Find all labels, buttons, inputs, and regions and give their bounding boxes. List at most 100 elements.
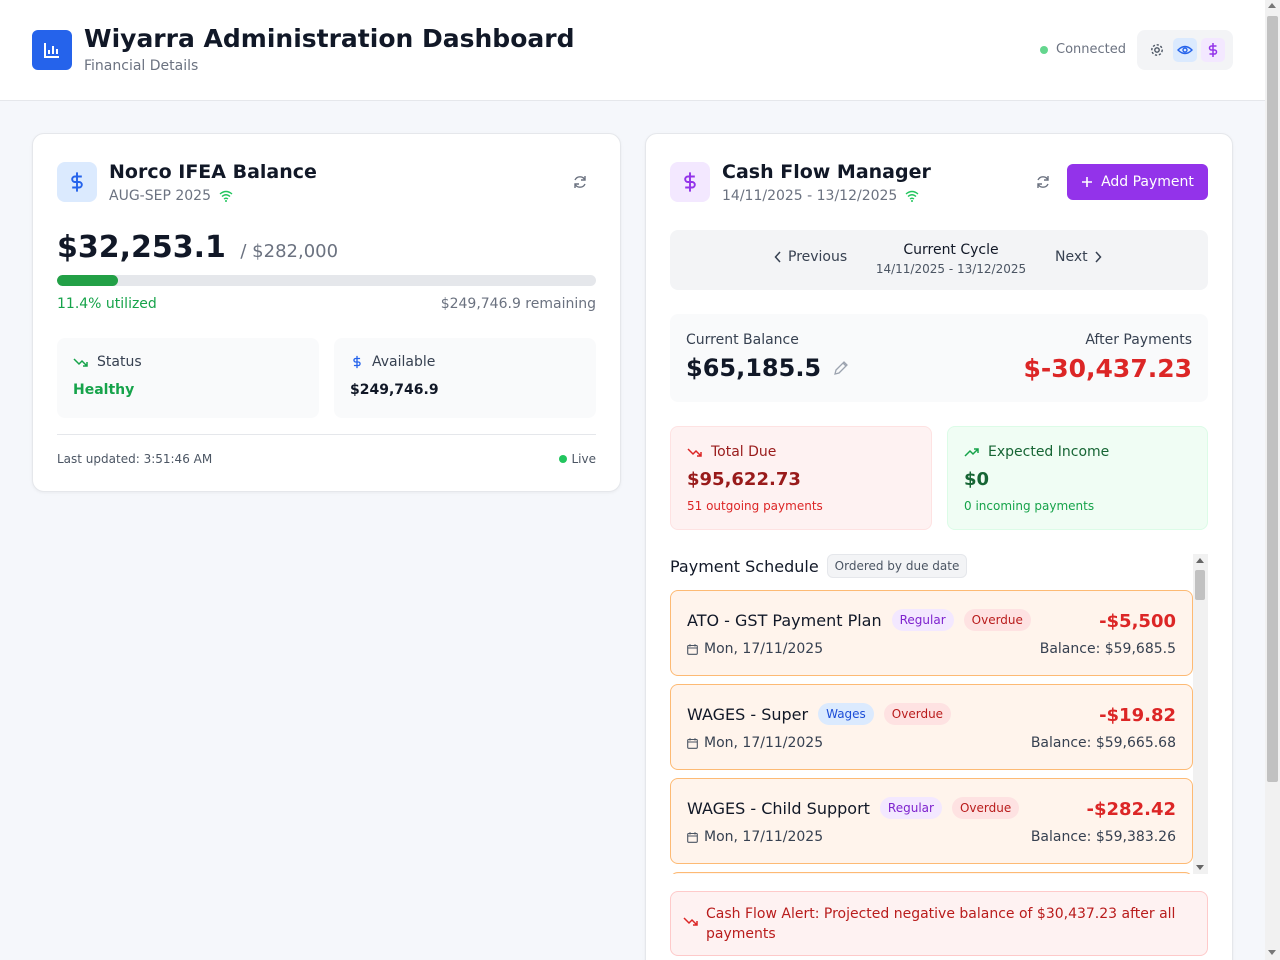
pencil-icon[interactable]	[833, 360, 849, 376]
current-balance-label: Current Balance	[686, 332, 799, 348]
calendar-icon	[687, 831, 698, 843]
balance-card: Norco IFEA Balance AUG-SEP 2025 $32,253.…	[32, 133, 621, 492]
wifi-icon	[219, 190, 233, 202]
utilization-bar	[57, 275, 596, 286]
page-subtitle: Financial Details	[84, 58, 199, 74]
refresh-button[interactable]	[1032, 171, 1054, 193]
refresh-button[interactable]	[569, 171, 591, 193]
scroll-up-icon[interactable]	[1268, 3, 1276, 8]
available-label: Available	[372, 354, 436, 370]
payment-name: ATO - GST Payment Plan	[687, 610, 882, 630]
utilized-label: 11.4% utilized	[57, 296, 157, 312]
finance-button[interactable]	[1201, 38, 1225, 62]
available-tile-label: Available	[350, 354, 435, 370]
cashflow-title: Cash Flow Manager	[722, 161, 931, 183]
range-label: 14/11/2025 - 13/12/2025	[722, 188, 898, 204]
payment-date: Mon, 17/11/2025	[704, 735, 824, 751]
payment-name-row: WAGES - Child Support Regular Overdue	[687, 797, 1020, 819]
schedule-order-badge: Ordered by due date	[826, 554, 968, 578]
payment-item[interactable]: WAGES - Super Wages Overdue Mon, 17/11/2…	[670, 684, 1193, 770]
chevron-left-icon	[774, 251, 781, 263]
cycle-title: Current Cycle	[903, 242, 999, 258]
payment-name: WAGES - Super	[687, 704, 809, 724]
header-toolbar	[1137, 30, 1233, 70]
trending-up-icon	[964, 448, 979, 457]
next-label: Next	[1055, 249, 1088, 265]
utilization-fill	[57, 275, 119, 286]
settings-button[interactable]	[1145, 38, 1169, 62]
plus-icon	[1082, 177, 1093, 187]
dollar-icon	[57, 162, 97, 202]
balance-summary: Current Balance $65,185.5 After Payments…	[670, 314, 1208, 402]
payment-type-badge: Regular	[879, 797, 942, 819]
add-payment-button[interactable]: Add Payment	[1067, 164, 1208, 200]
payment-type-badge: Regular	[891, 609, 954, 631]
payment-amount: -$282.42	[1086, 799, 1176, 820]
expected-income-note: 0 incoming payments	[964, 499, 1095, 513]
trending-down-icon	[687, 448, 702, 457]
schedule-header: Payment Schedule Ordered by due date	[670, 554, 968, 578]
payment-balance: Balance: $59,665.68	[1030, 735, 1176, 751]
status-label: Status	[97, 354, 142, 370]
payment-schedule[interactable]: Payment Schedule Ordered by due date ATO…	[670, 554, 1208, 874]
payment-amount: -$5,500	[1099, 611, 1176, 632]
previous-label: Previous	[788, 249, 848, 265]
cashflow-alert: Cash Flow Alert: Projected negative bala…	[670, 891, 1208, 956]
add-payment-label: Add Payment	[1101, 174, 1194, 190]
status-value: Healthy	[73, 382, 135, 398]
next-button[interactable]: Next	[1055, 249, 1102, 265]
dollar-icon	[670, 162, 710, 202]
current-balance: $65,185.5	[686, 354, 849, 382]
balance-amount: $32,253.1 / $282,000	[57, 230, 338, 265]
cashflow-card: Cash Flow Manager 14/11/2025 - 13/12/202…	[645, 133, 1233, 960]
schedule-title: Payment Schedule	[670, 556, 819, 576]
schedule-scrollbar[interactable]	[1193, 554, 1208, 874]
expected-income-tile: Expected Income $0 0 incoming payments	[947, 426, 1208, 530]
period-label: AUG-SEP 2025	[109, 188, 211, 204]
refresh-icon	[574, 176, 586, 188]
overdue-badge: Overdue	[963, 609, 1031, 631]
scroll-thumb[interactable]	[1267, 16, 1278, 782]
view-button[interactable]	[1173, 38, 1197, 62]
payment-date-row: Mon, 17/11/2025	[687, 735, 823, 751]
payment-item[interactable]	[670, 872, 1193, 874]
total-due-tile: Total Due $95,622.73 51 outgoing payment…	[670, 426, 932, 530]
scroll-down-icon[interactable]	[1268, 950, 1276, 955]
gear-icon	[1151, 44, 1163, 56]
remaining-label: $249,746.9 remaining	[440, 296, 596, 312]
scroll-up-icon[interactable]	[1196, 558, 1204, 563]
connection-label: Connected	[1056, 42, 1127, 57]
live-dot-icon	[559, 455, 568, 463]
after-payments-label: After Payments	[1085, 332, 1192, 348]
payment-item[interactable]: WAGES - Child Support Regular Overdue Mo…	[670, 778, 1193, 864]
expected-income-header: Expected Income	[964, 444, 1109, 460]
refresh-icon	[1037, 176, 1049, 188]
page-scrollbar[interactable]	[1265, 0, 1280, 960]
after-payments-value: $-30,437.23	[1023, 354, 1192, 383]
divider	[57, 434, 596, 435]
payment-balance: Balance: $59,383.26	[1030, 829, 1176, 845]
cycle-navigator: Previous Current Cycle 14/11/2025 - 13/1…	[670, 230, 1208, 290]
chevron-right-icon	[1095, 251, 1102, 263]
payment-type-badge: Wages	[818, 703, 874, 725]
payment-item[interactable]: ATO - GST Payment Plan Regular Overdue M…	[670, 590, 1193, 676]
alert-message: Cash Flow Alert: Projected negative bala…	[706, 906, 1176, 942]
calendar-icon	[687, 643, 698, 655]
overdue-badge: Overdue	[883, 703, 952, 725]
payment-date-row: Mon, 17/11/2025	[687, 641, 823, 657]
available-value: $249,746.9	[350, 382, 439, 398]
scroll-down-icon[interactable]	[1196, 865, 1204, 870]
payment-date-row: Mon, 17/11/2025	[687, 829, 823, 845]
total-due-header: Total Due	[687, 444, 776, 460]
scroll-thumb[interactable]	[1195, 570, 1205, 600]
balance-card-title: Norco IFEA Balance	[109, 161, 317, 183]
connection-status: Connected	[1040, 42, 1126, 57]
app-header: Wiyarra Administration Dashboard Financi…	[0, 0, 1265, 101]
live-indicator: Live	[559, 452, 596, 466]
payment-date: Mon, 17/11/2025	[704, 829, 824, 845]
previous-button[interactable]: Previous	[774, 249, 847, 265]
balance-value: $32,253.1	[57, 230, 226, 265]
payment-name-row: WAGES - Super Wages Overdue	[687, 703, 952, 725]
bar-chart-icon	[32, 30, 72, 70]
cycle-range: 14/11/2025 - 13/12/2025	[875, 262, 1027, 276]
